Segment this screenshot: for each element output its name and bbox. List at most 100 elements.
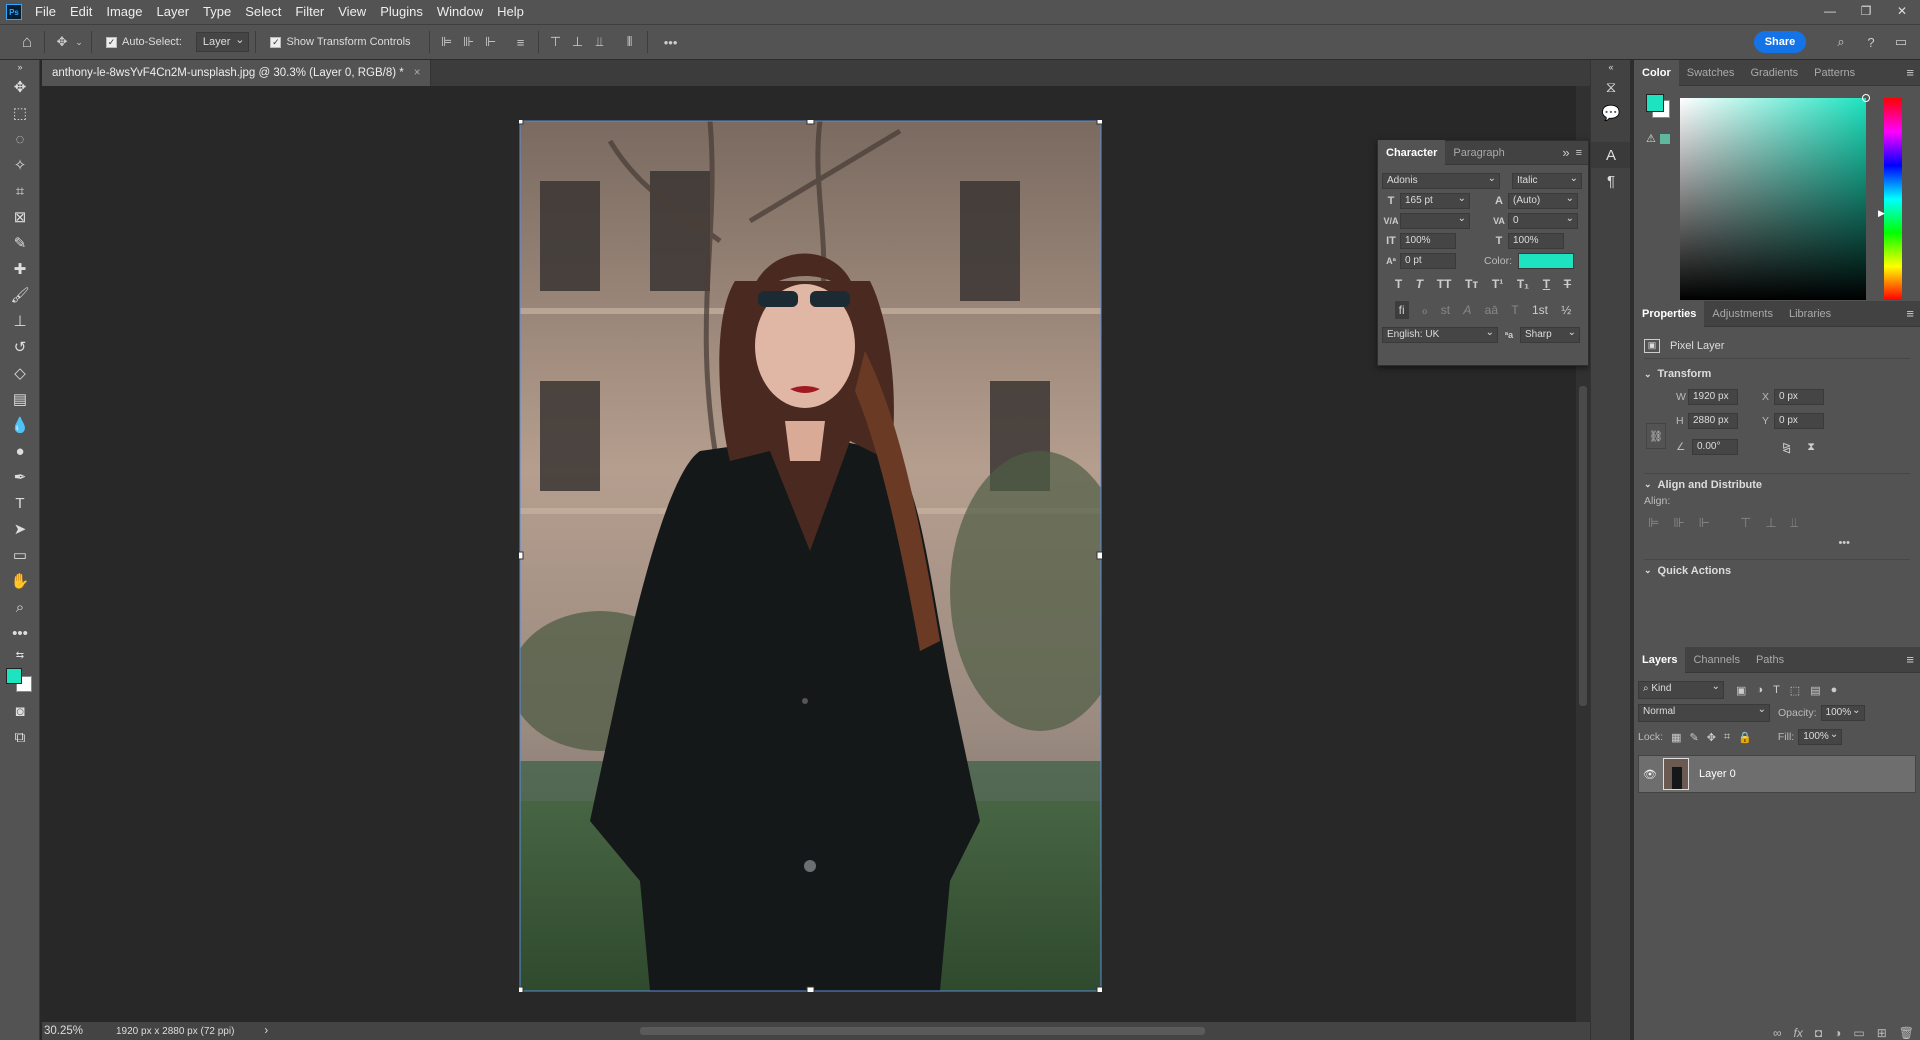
more-align-button[interactable]: ••• [1644, 537, 1850, 549]
fill-input[interactable]: 100% [1798, 729, 1843, 745]
home-icon[interactable]: ⌂ [16, 31, 38, 53]
transform-handle[interactable] [806, 986, 815, 992]
align-bottom-icon[interactable]: ⫫ [589, 31, 611, 53]
tab-paths[interactable]: Paths [1748, 647, 1792, 673]
transform-handle[interactable] [519, 551, 524, 560]
type-tool-icon[interactable]: T [0, 490, 40, 516]
strikethrough-button[interactable]: T [1564, 277, 1571, 291]
vertical-scale-input[interactable]: 100% [1400, 233, 1456, 249]
magic-wand-tool-icon[interactable]: ✧ [0, 152, 40, 178]
dodge-tool-icon[interactable]: ● [0, 438, 40, 464]
tab-libraries[interactable]: Libraries [1781, 301, 1839, 327]
filter-adjustment-icon[interactable]: ◑ [1756, 684, 1763, 696]
menu-file[interactable]: File [28, 0, 63, 24]
quick-mask-icon[interactable]: ◙ [0, 698, 40, 724]
align-left-icon[interactable]: ⊫ [436, 31, 458, 53]
lock-transparent-icon[interactable]: ▦ [1671, 731, 1681, 744]
help-icon[interactable]: ? [1860, 31, 1882, 53]
panel-menu-icon[interactable]: ≡ [1906, 306, 1914, 321]
lasso-tool-icon[interactable]: ◌ [0, 126, 40, 152]
align-center-icon[interactable]: ⊪ [1673, 515, 1684, 531]
marquee-tool-icon[interactable]: ⬚ [0, 100, 40, 126]
align-center-icon[interactable]: ⊪ [458, 31, 480, 53]
menu-layer[interactable]: Layer [150, 0, 197, 24]
align-right-icon[interactable]: ⊩ [480, 31, 502, 53]
tab-layers[interactable]: Layers [1634, 646, 1686, 673]
transform-handle[interactable] [519, 120, 524, 125]
align-middle-icon[interactable]: ⊥ [1765, 515, 1776, 531]
collapse-panel-icon[interactable]: » [1562, 145, 1569, 160]
tracking-input[interactable]: 0 [1508, 213, 1578, 229]
subscript-button[interactable]: T₁ [1517, 277, 1529, 291]
align-middle-icon[interactable]: ⊥ [567, 31, 589, 53]
baseline-shift-input[interactable]: 0 pt [1400, 253, 1456, 269]
align-section[interactable]: ⌄ Align and Distribute [1644, 473, 1910, 495]
panel-menu-icon[interactable]: ≡ [1576, 147, 1582, 159]
text-color-swatch[interactable] [1518, 253, 1575, 269]
align-bottom-icon[interactable]: ⫫ [1791, 515, 1798, 531]
height-input[interactable]: 2880 px [1688, 413, 1738, 429]
gradient-tool-icon[interactable]: ▤ [0, 386, 40, 412]
minimize-button[interactable]: — [1812, 0, 1848, 24]
swash-button[interactable]: A [1463, 303, 1471, 317]
panel-menu-icon[interactable]: ≡ [1906, 652, 1914, 667]
close-tab-icon[interactable]: × [414, 67, 421, 79]
filter-toggle-icon[interactable]: ● [1831, 684, 1838, 696]
ligatures-button[interactable]: fi [1394, 301, 1409, 319]
auto-select-dropdown[interactable]: Layer [195, 32, 250, 52]
leading-input[interactable]: (Auto) [1508, 193, 1578, 209]
eyedropper-tool-icon[interactable]: ✎ [0, 230, 40, 256]
path-selection-tool-icon[interactable]: ➤ [0, 516, 40, 542]
chevron-down-icon[interactable]: ⌄ [1644, 479, 1652, 490]
menu-help[interactable]: Help [490, 0, 531, 24]
restore-button[interactable]: ❐ [1848, 0, 1884, 24]
filter-shape-icon[interactable]: ⬚ [1790, 684, 1800, 697]
gamut-swatch[interactable] [1660, 134, 1670, 144]
crop-tool-icon[interactable]: ⌗ [0, 178, 40, 204]
link-layers-icon[interactable]: ∞ [1773, 1026, 1782, 1040]
collapse-icon[interactable]: « [1591, 60, 1631, 74]
color-picker-cursor[interactable] [1862, 94, 1870, 102]
tab-channels[interactable]: Channels [1685, 647, 1747, 673]
chevron-down-icon[interactable]: ⌄ [1644, 565, 1652, 576]
panel-menu-icon[interactable]: ≡ [1906, 65, 1914, 80]
history-panel-icon[interactable]: ⧖ [1591, 74, 1631, 100]
show-transform-checkbox[interactable]: ✓ Show Transform Controls [270, 36, 411, 48]
scrollbar-thumb[interactable] [640, 1027, 1205, 1035]
tab-patterns[interactable]: Patterns [1806, 60, 1863, 86]
status-arrow-icon[interactable]: › [264, 1025, 268, 1037]
color-field[interactable] [1680, 98, 1866, 300]
flip-horizontal-icon[interactable]: ⧎ [1782, 441, 1791, 454]
rectangle-tool-icon[interactable]: ▭ [0, 542, 40, 568]
width-input[interactable]: 1920 px [1688, 389, 1738, 405]
tab-paragraph[interactable]: Paragraph [1445, 140, 1512, 166]
new-group-icon[interactable]: ▭ [1853, 1026, 1864, 1040]
tab-character[interactable]: Character [1378, 139, 1446, 166]
align-top-icon[interactable]: ⊤ [545, 31, 567, 53]
transform-handle[interactable] [1096, 551, 1102, 560]
move-tool-icon[interactable]: ✥ [0, 74, 40, 100]
zoom-level[interactable]: 30.25% [44, 1025, 94, 1037]
delete-layer-icon[interactable]: 🗑 [1899, 1026, 1914, 1040]
lock-position-icon[interactable]: ✥ [1707, 731, 1716, 744]
character-panel-icon[interactable]: A [1591, 142, 1631, 168]
transform-handle[interactable] [519, 986, 524, 992]
superscript-button[interactable]: T¹ [1492, 277, 1503, 291]
close-button[interactable]: ✕ [1884, 0, 1920, 24]
paragraph-panel-icon[interactable]: ¶ [1591, 168, 1631, 194]
hue-slider[interactable] [1884, 98, 1902, 300]
horizontal-scrollbar[interactable] [300, 1025, 1560, 1037]
flip-vertical-icon[interactable]: ⧗ [1807, 441, 1815, 454]
menu-window[interactable]: Window [430, 0, 490, 24]
hand-tool-icon[interactable]: ✋ [0, 568, 40, 594]
new-layer-icon[interactable]: ⊞ [1877, 1026, 1887, 1040]
gamut-warning-icon[interactable]: ⚠ [1646, 132, 1656, 145]
history-brush-tool-icon[interactable]: ↺ [0, 334, 40, 360]
filter-pixel-icon[interactable]: ▣ [1736, 684, 1746, 697]
screen-mode-icon[interactable]: ⧉ [0, 724, 40, 750]
menu-filter[interactable]: Filter [288, 0, 331, 24]
transform-handle[interactable] [1096, 986, 1102, 992]
layer-row[interactable]: 👁 Layer 0 [1638, 755, 1916, 793]
kerning-input[interactable] [1400, 213, 1470, 229]
fractions-button[interactable]: ½ [1561, 303, 1571, 317]
